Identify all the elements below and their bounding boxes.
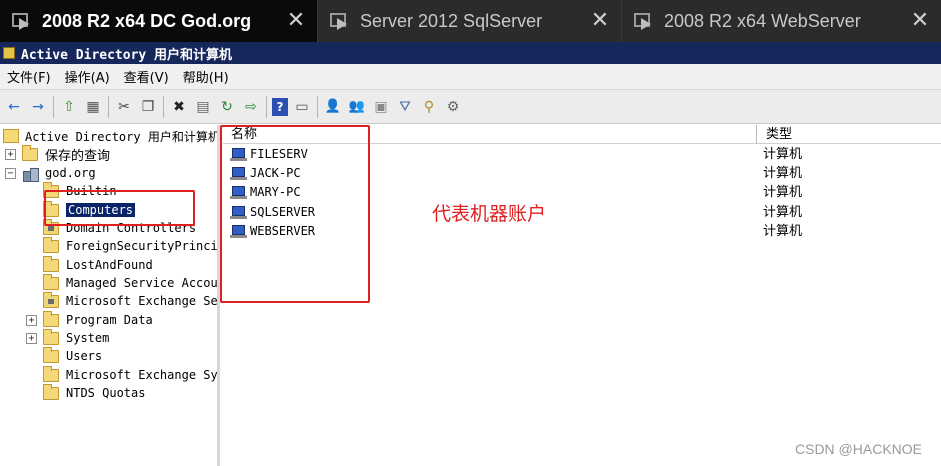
toolbar: ← → ⇧ ▦ ✂ ❐ ✖ ▤ ↻ ⇨ ? ▭ 👤 👥 ▣ ⛛ ⚲ ⚙ xyxy=(0,90,941,124)
cut-icon[interactable]: ✂ xyxy=(114,97,134,117)
tree-root[interactable]: Active Directory 用户和计算机 xyxy=(3,127,220,145)
column-header-type[interactable]: 类型 xyxy=(758,125,941,144)
tree-item-label: Managed Service Accour xyxy=(66,276,220,290)
toolbar-divider xyxy=(317,95,318,118)
expand-icon[interactable]: + xyxy=(26,314,37,326)
menu-file[interactable]: 文件(F) xyxy=(0,67,58,86)
forward-arrow-icon[interactable]: → xyxy=(28,97,48,117)
watermark: CSDN @HACKNOE xyxy=(795,441,923,457)
delegate-control-icon[interactable]: ⚙ xyxy=(443,97,463,117)
tree-item-ntds-quotas[interactable]: NTDS Quotas xyxy=(43,383,146,402)
new-group-icon[interactable]: 👥 xyxy=(347,97,367,117)
tree-item-managed-service[interactable]: Managed Service Accour xyxy=(43,273,220,292)
ad-console-icon xyxy=(3,47,15,59)
folder-icon xyxy=(22,144,38,161)
menu-view[interactable]: 查看(V) xyxy=(117,67,176,86)
domain-icon xyxy=(22,166,39,182)
folder-icon xyxy=(43,328,59,345)
computer-type: 计算机 xyxy=(763,224,803,239)
tab-title: Server 2012 SqlServer xyxy=(360,10,543,31)
tree-item-exchange-system[interactable]: Microsoft Exchange Sys xyxy=(43,365,220,384)
tree-item-label: System xyxy=(66,331,110,345)
delete-icon[interactable]: ✖ xyxy=(169,97,189,117)
close-icon[interactable]: ✕ xyxy=(285,10,307,32)
collapse-icon[interactable]: − xyxy=(5,167,16,179)
window-title: Active Directory 用户和计算机 xyxy=(21,47,233,63)
ad-console-icon xyxy=(3,129,19,143)
tree-item-users[interactable]: Users xyxy=(43,346,103,365)
annotation-note: 代表机器账户 xyxy=(432,203,547,225)
tree-item-label: Program Data xyxy=(66,313,153,327)
find-icon[interactable]: ⚲ xyxy=(419,97,439,117)
tree-item-exchange-security[interactable]: Microsoft Exchange Sec xyxy=(43,291,220,310)
remote-console-icon xyxy=(10,10,32,32)
console-tree[interactable]: Active Directory 用户和计算机 + 保存的查询 − god.or… xyxy=(0,125,220,466)
new-ou-icon[interactable]: ▣ xyxy=(371,97,391,117)
tab-webserver[interactable]: 2008 R2 x64 WebServer ✕ xyxy=(622,0,941,42)
ou-folder-icon xyxy=(43,291,59,308)
tree-item-saved-queries[interactable]: + 保存的查询 xyxy=(5,144,111,164)
tab-sqlserver[interactable]: Server 2012 SqlServer ✕ xyxy=(318,0,622,42)
tab-dc-godorg[interactable]: 2008 R2 x64 DC God.org ✕ xyxy=(0,0,318,42)
vm-tab-bar: 2008 R2 x64 DC God.org ✕ Server 2012 Sql… xyxy=(0,0,941,42)
annotation-box-computers xyxy=(44,190,195,226)
menu-help[interactable]: 帮助(H) xyxy=(176,67,236,86)
folder-icon xyxy=(43,236,59,253)
export-list-icon[interactable]: ⇨ xyxy=(241,97,261,117)
computer-type: 计算机 xyxy=(763,166,803,181)
close-icon[interactable]: ✕ xyxy=(589,10,611,32)
expand-icon[interactable]: + xyxy=(26,332,37,344)
folder-icon xyxy=(43,346,59,363)
tree-item-program-data[interactable]: + Program Data xyxy=(26,310,153,329)
tab-title: 2008 R2 x64 DC God.org xyxy=(42,10,252,31)
folder-icon xyxy=(43,365,59,382)
computer-type: 计算机 xyxy=(763,185,803,200)
tree-item-system[interactable]: + System xyxy=(26,328,110,347)
show-hide-tree-icon[interactable]: ▦ xyxy=(83,97,103,117)
help-icon[interactable]: ? xyxy=(272,97,288,116)
tree-item-lostandfound[interactable]: LostAndFound xyxy=(43,255,153,274)
tree-item-domain[interactable]: − god.org xyxy=(5,164,96,182)
refresh-icon[interactable]: ↻ xyxy=(217,97,237,117)
window-title-bar: Active Directory 用户和计算机 xyxy=(0,42,941,64)
remote-console-icon xyxy=(632,10,654,32)
toolbar-divider xyxy=(53,95,54,118)
toolbar-divider xyxy=(163,95,164,118)
new-user-icon[interactable]: 👤 xyxy=(323,97,343,117)
computer-type: 计算机 xyxy=(763,205,803,220)
tree-item-label: LostAndFound xyxy=(66,258,153,272)
properties-icon[interactable]: ▤ xyxy=(193,97,213,117)
toolbar-divider xyxy=(108,95,109,118)
back-arrow-icon[interactable]: ← xyxy=(4,97,24,117)
tree-item-label: 保存的查询 xyxy=(45,148,111,164)
folder-icon xyxy=(43,255,59,272)
menu-action[interactable]: 操作(A) xyxy=(58,67,117,86)
tab-title: 2008 R2 x64 WebServer xyxy=(664,10,861,31)
copy-icon[interactable]: ❐ xyxy=(138,97,158,117)
folder-icon xyxy=(43,310,59,327)
expand-icon[interactable]: + xyxy=(5,148,16,160)
tree-item-label: Microsoft Exchange Sys xyxy=(66,368,220,382)
tree-item-label: NTDS Quotas xyxy=(66,386,146,400)
toolbar-divider xyxy=(266,95,267,118)
tree-item-foreign-security[interactable]: ForeignSecurityPrincip xyxy=(43,236,220,255)
view-icon[interactable]: ▭ xyxy=(292,97,312,117)
up-level-icon[interactable]: ⇧ xyxy=(59,97,79,117)
annotation-box-computer-list xyxy=(220,125,370,303)
computer-type: 计算机 xyxy=(763,147,803,162)
tree-root-label: Active Directory 用户和计算机 xyxy=(25,129,220,144)
tree-item-label: Microsoft Exchange Sec xyxy=(66,294,220,308)
menu-bar: 文件(F) 操作(A) 查看(V) 帮助(H) xyxy=(0,64,941,90)
folder-icon xyxy=(43,273,59,290)
tree-item-label: Users xyxy=(66,349,103,363)
close-icon[interactable]: ✕ xyxy=(909,10,931,32)
tree-item-label: god.org xyxy=(45,166,96,180)
folder-icon xyxy=(43,383,59,400)
tree-item-label: ForeignSecurityPrincip xyxy=(66,239,220,253)
remote-console-icon xyxy=(328,10,350,32)
filter-icon[interactable]: ⛛ xyxy=(395,97,415,117)
